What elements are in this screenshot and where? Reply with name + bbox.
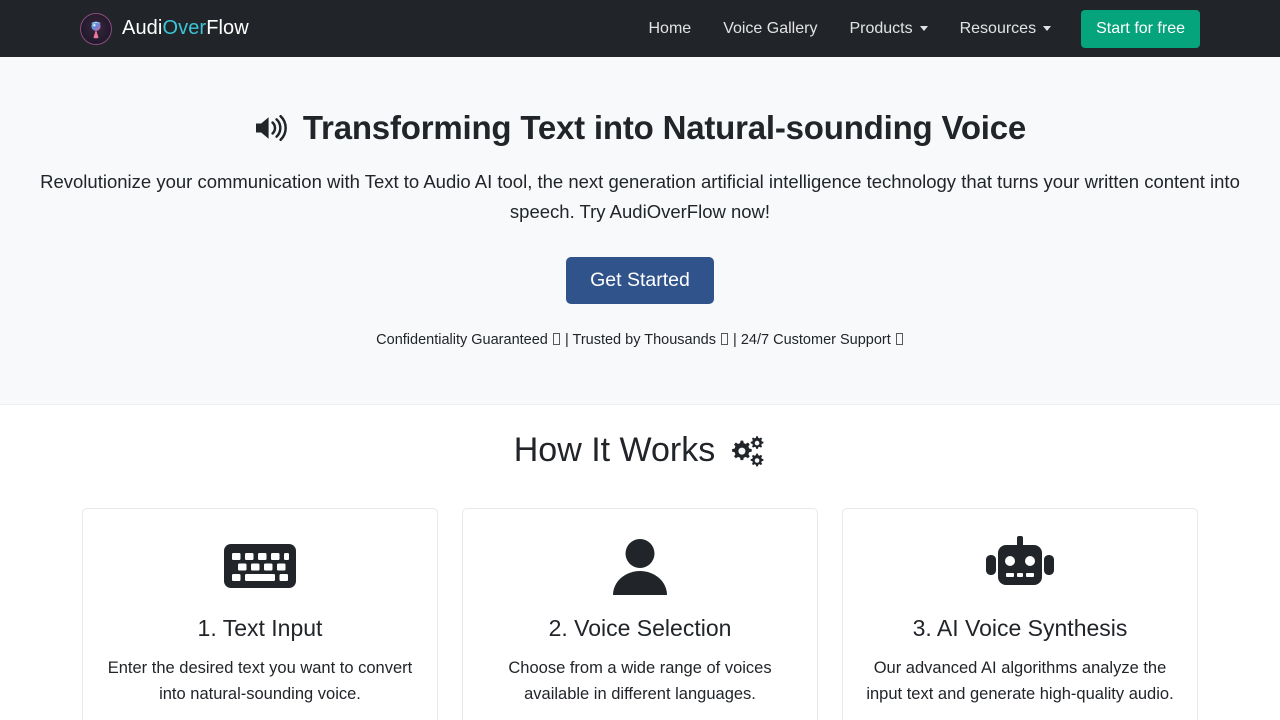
volume-up-icon <box>255 114 287 142</box>
user-icon <box>483 535 797 597</box>
top-navbar: AudiOverFlow Home Voice Gallery Products… <box>0 0 1280 57</box>
how-it-works-section: How It Works 1. Text Input Enter the des… <box>0 405 1280 720</box>
nav-item-voice-gallery[interactable]: Voice Gallery <box>707 12 833 46</box>
robot-icon <box>863 535 1177 597</box>
brand-part-1: Audi <box>122 17 163 39</box>
how-it-works-card-1-text: Enter the desired text you want to conve… <box>107 659 413 703</box>
nav-item-resources-label: Resources <box>959 19 1037 37</box>
nav-item-voice-gallery-label: Voice Gallery <box>723 19 818 37</box>
brand-logo-link[interactable]: AudiOverFlow <box>80 12 249 45</box>
chevron-down-icon <box>919 26 928 31</box>
how-it-works-card-1-title: 1. Text Input <box>197 615 323 642</box>
brand-wordmark: AudiOverFlow <box>122 17 249 40</box>
how-it-works-card-2-text: Choose from a wide range of voices avail… <box>508 659 772 703</box>
trust-separator-2: | <box>733 332 737 349</box>
nav-item-resources[interactable]: Resources <box>944 12 1067 46</box>
trust-separator-1: | <box>564 332 569 349</box>
section-title: How It Works <box>0 431 1280 470</box>
nav-links-group: Home Voice Gallery Products Resources St… <box>633 9 1200 48</box>
page-title-text: Transforming Text into Natural-sounding … <box>302 109 1027 146</box>
brand-part-2: Over <box>162 17 207 39</box>
brand-part-3: Flow <box>206 17 249 39</box>
hero-subtitle: Revolutionize your communication with Te… <box>40 171 1240 222</box>
start-for-free-button[interactable]: Start for free <box>1081 9 1200 48</box>
section-title-text: How It Works <box>513 431 716 470</box>
how-it-works-card-3-title: 3. AI Voice Synthesis <box>912 615 1128 642</box>
hero-section: Transforming Text into Natural-sounding … <box>0 57 1280 406</box>
microphone-circle-icon <box>80 12 112 45</box>
trust-item-support: 24/7 Customer Support <box>740 332 891 349</box>
nav-item-products[interactable]: Products <box>833 12 943 46</box>
trust-item-trusted: Trusted by Thousands <box>572 332 716 349</box>
missing-glyph-icon <box>895 333 903 346</box>
page-title: Transforming Text into Natural-sounding … <box>0 109 1280 147</box>
nav-item-home[interactable]: Home <box>633 12 708 46</box>
missing-glyph-icon <box>552 333 560 346</box>
how-it-works-card-3: 3. AI Voice Synthesis Our advanced AI al… <box>842 508 1198 720</box>
how-it-works-card-1: 1. Text Input Enter the desired text you… <box>82 508 438 720</box>
how-it-works-card-2: 2. Voice Selection Choose from a wide ra… <box>462 508 818 720</box>
get-started-button[interactable]: Get Started <box>566 256 714 305</box>
missing-glyph-icon <box>721 333 729 346</box>
nav-item-home-label: Home <box>648 19 692 37</box>
cogs-icon <box>732 436 764 467</box>
chevron-down-icon <box>1043 26 1052 31</box>
nav-item-products-label: Products <box>849 19 913 37</box>
trust-badges-line: Confidentiality Guaranteed | Trusted by … <box>0 332 1280 348</box>
how-it-works-card-2-title: 2. Voice Selection <box>548 615 732 642</box>
how-it-works-cards: 1. Text Input Enter the desired text you… <box>0 508 1280 720</box>
trust-item-confidentiality: Confidentiality Guaranteed <box>376 332 548 349</box>
keyboard-icon <box>103 535 417 597</box>
how-it-works-card-3-text: Our advanced AI algorithms analyze the i… <box>866 659 1174 703</box>
